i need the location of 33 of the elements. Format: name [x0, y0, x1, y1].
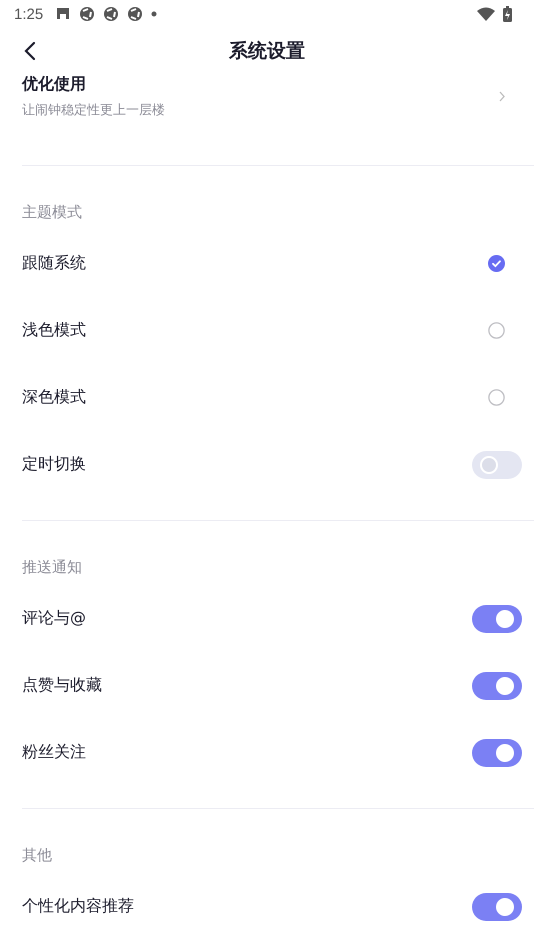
toggle-switch[interactable] — [472, 672, 522, 700]
radio-button[interactable] — [488, 389, 505, 406]
toggle-switch[interactable] — [472, 604, 522, 632]
setting-label: 跟随系统 — [22, 253, 86, 274]
battery-icon — [503, 6, 512, 22]
setting-label: 浅色模式 — [22, 320, 86, 341]
status-time: 1:25 — [14, 6, 44, 22]
aperture-icon — [127, 6, 144, 22]
section-title: 其他 — [22, 845, 53, 866]
setting-label: 优化使用 — [22, 74, 87, 95]
wifi-icon — [477, 7, 495, 21]
back-icon[interactable] — [24, 41, 36, 61]
settings-link[interactable]: 优化使用 让闹钟稳定性更上一层楼 — [22, 74, 512, 119]
notification-icon — [55, 6, 72, 22]
setting-description: 让闹钟稳定性更上一层楼 — [22, 102, 165, 119]
setting-label: 点赞与收藏 — [22, 675, 102, 696]
aperture-icon — [103, 6, 120, 22]
setting-label: 评论与@ — [22, 608, 86, 629]
toggle-switch[interactable] — [472, 738, 522, 766]
setting-label: 定时切换 — [22, 454, 86, 475]
radio-button[interactable] — [488, 255, 505, 272]
toggle-switch[interactable] — [472, 892, 522, 920]
page-title: 系统设置 — [229, 39, 305, 64]
section-title: 主题模式 — [22, 202, 83, 223]
setting-label: 深色模式 — [22, 387, 86, 408]
setting-label: 个性化内容推荐 — [22, 896, 134, 917]
chevron-icon — [499, 91, 505, 102]
toggle-switch[interactable] — [472, 450, 522, 478]
radio-button[interactable] — [488, 322, 505, 339]
setting-label: 粉丝关注 — [22, 742, 86, 763]
section-title: 推送通知 — [22, 557, 83, 578]
aperture-icon — [79, 6, 96, 22]
dot-icon — [151, 11, 158, 17]
